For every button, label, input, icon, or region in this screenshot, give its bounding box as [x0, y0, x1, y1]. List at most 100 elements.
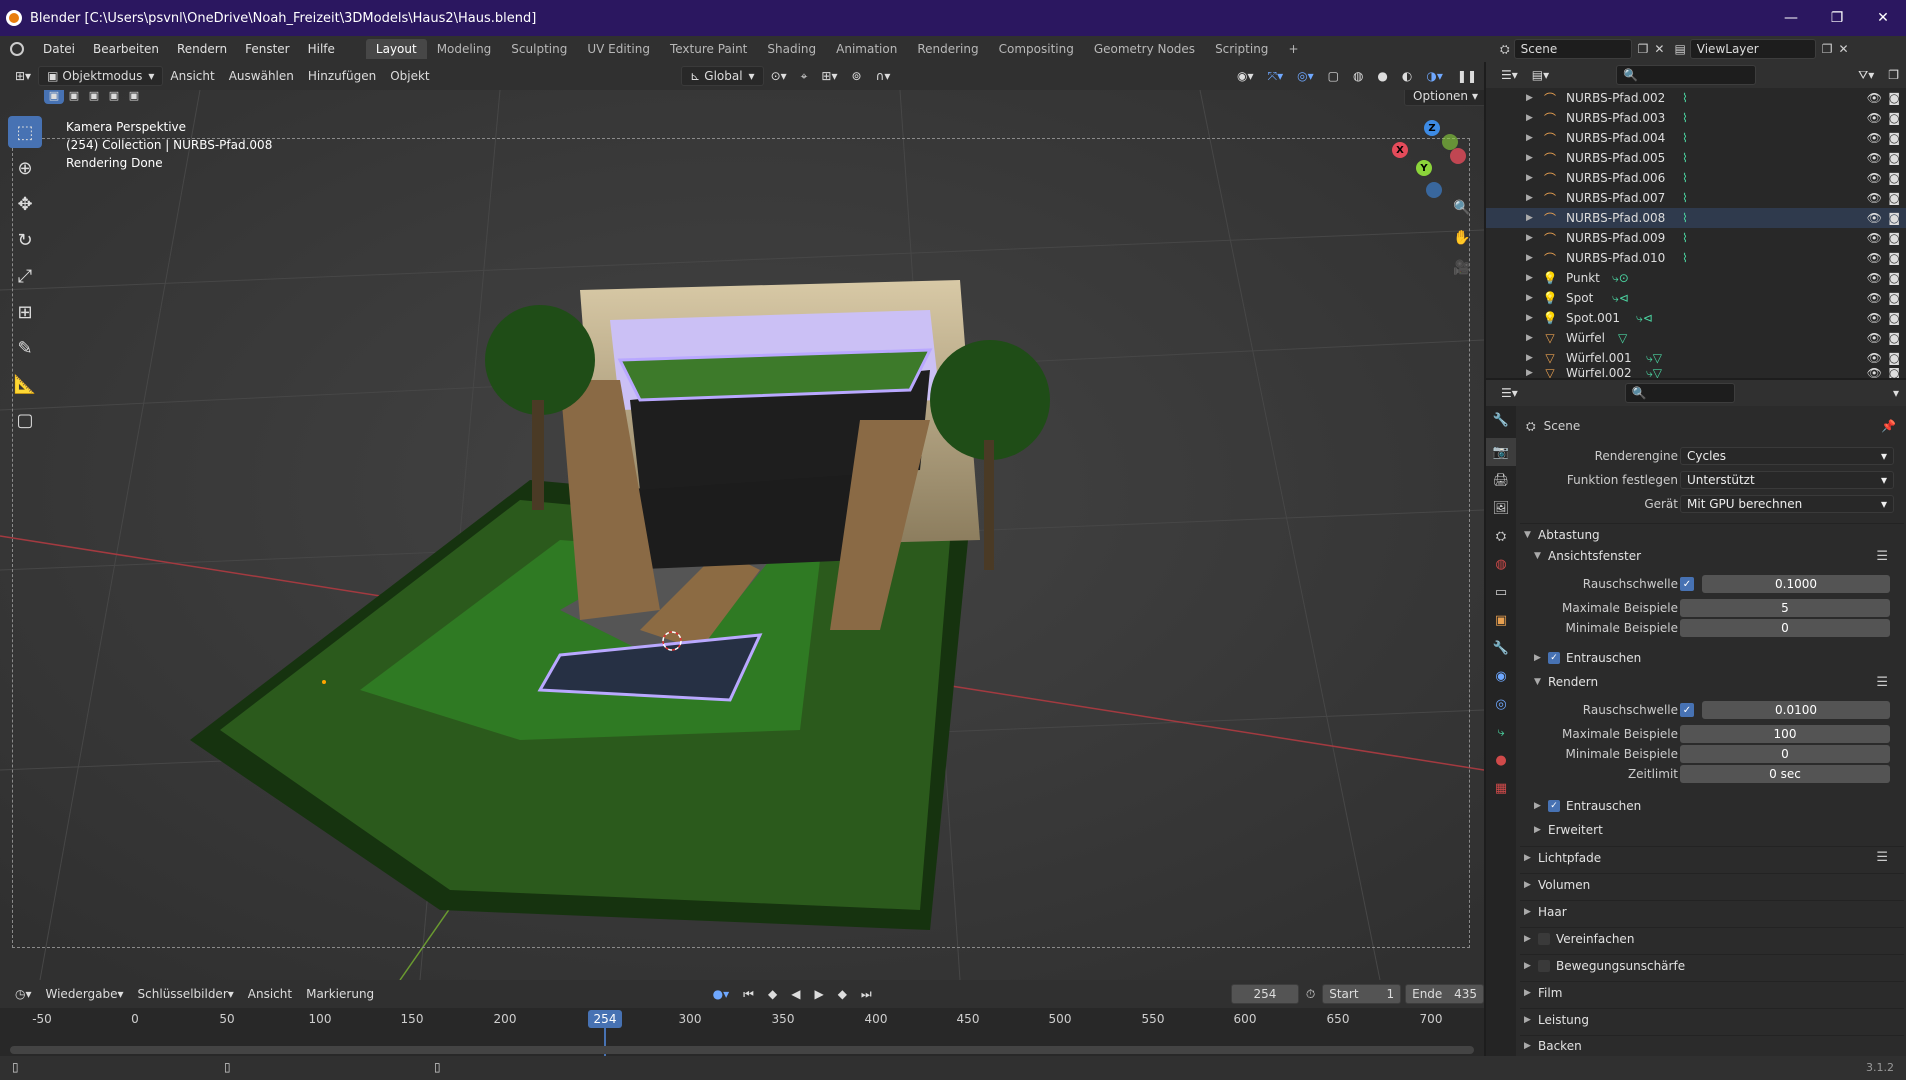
- editor-type-icon[interactable]: ⊞▾: [8, 67, 38, 85]
- visibility-eye-icon[interactable]: 👁: [1867, 351, 1882, 365]
- add-workspace-button[interactable]: +: [1278, 39, 1308, 59]
- visibility-eye-icon[interactable]: 👁: [1867, 151, 1882, 165]
- expand-arrow-icon[interactable]: ▶: [1526, 113, 1538, 123]
- outliner-item[interactable]: ▶ ⌒ NURBS-Pfad.003 ⌇ 👁 ◙: [1486, 108, 1906, 128]
- select-extend-icon[interactable]: ▣: [64, 90, 84, 104]
- menu-datei[interactable]: Datei: [34, 42, 84, 56]
- expand-arrow-icon[interactable]: ▶: [1526, 273, 1538, 283]
- properties-editor-type-icon[interactable]: ☰▾: [1494, 384, 1525, 402]
- snap-icon[interactable]: ⌖: [794, 67, 815, 86]
- modifier-tab-icon[interactable]: 🔧: [1486, 634, 1516, 662]
- menu-objekt[interactable]: Objekt: [383, 67, 436, 85]
- panel-performance[interactable]: ▶ Leistung: [1520, 1008, 1904, 1030]
- select-box-tool-icon[interactable]: ⬚: [8, 116, 42, 148]
- simplify-checkbox[interactable]: [1538, 932, 1550, 945]
- render-toggle-icon[interactable]: ◙: [1888, 311, 1900, 325]
- shading-wireframe-icon[interactable]: ◍: [1346, 67, 1370, 85]
- stopwatch-icon[interactable]: ⏱: [1299, 985, 1322, 1004]
- render-noise-threshold-field[interactable]: 0.0100: [1702, 701, 1890, 719]
- outliner-item[interactable]: ▶ ⌒ NURBS-Pfad.009 ⌇ 👁 ◙: [1486, 228, 1906, 248]
- collection-tab-icon[interactable]: ▭: [1486, 578, 1516, 606]
- gizmo-neg-z-axis[interactable]: [1426, 182, 1442, 198]
- menu-auswaehlen[interactable]: Auswählen: [222, 67, 301, 85]
- viewport-max-samples-field[interactable]: 5: [1680, 599, 1890, 617]
- visibility-eye-icon[interactable]: 👁: [1867, 171, 1882, 185]
- next-keyframe-icon[interactable]: ◆: [831, 985, 854, 1003]
- panel-sampling[interactable]: ▼ Abtastung: [1520, 523, 1904, 545]
- render-toggle-icon[interactable]: ◙: [1888, 211, 1900, 225]
- new-viewlayer-icon[interactable]: ❐: [1822, 42, 1833, 56]
- properties-search-input[interactable]: 🔍: [1624, 383, 1735, 403]
- panel-simplify[interactable]: ▶ Vereinfachen: [1520, 927, 1904, 949]
- outliner-item[interactable]: ▶ ⌒ NURBS-Pfad.005 ⌇ 👁 ◙: [1486, 148, 1906, 168]
- presets-list-icon[interactable]: ☰: [1876, 549, 1888, 564]
- close-button[interactable]: ✕: [1860, 0, 1906, 36]
- tab-scripting[interactable]: Scripting: [1205, 39, 1278, 59]
- camera-view-icon[interactable]: 🎥: [1450, 256, 1474, 280]
- shading-material-icon[interactable]: ◐: [1395, 67, 1419, 85]
- outliner-item[interactable]: ▶ ⌒ NURBS-Pfad.006 ⌇ 👁 ◙: [1486, 168, 1906, 188]
- object-tab-icon[interactable]: ▣: [1486, 606, 1516, 634]
- render-toggle-icon[interactable]: ◙: [1888, 151, 1900, 165]
- viewport-min-samples-field[interactable]: 0: [1680, 619, 1890, 637]
- visibility-eye-icon[interactable]: 👁: [1867, 331, 1882, 345]
- timeline-editor-type-icon[interactable]: ◷▾: [8, 985, 39, 1003]
- feature-set-dropdown[interactable]: Unterstützt ▾: [1680, 471, 1894, 489]
- outliner-item[interactable]: ▶ ⌒ NURBS-Pfad.010 ⌇ 👁 ◙: [1486, 248, 1906, 268]
- tab-sculpting[interactable]: Sculpting: [501, 39, 577, 59]
- rotate-tool-icon[interactable]: ↻: [8, 224, 42, 256]
- motion-blur-checkbox[interactable]: [1538, 959, 1550, 972]
- expand-arrow-icon[interactable]: ▶: [1526, 213, 1538, 223]
- display-mode-icon[interactable]: ▤▾: [1525, 66, 1556, 84]
- transform-orientation-dropdown[interactable]: ⊾ Global ▾: [681, 66, 764, 86]
- cursor-tool-icon[interactable]: ⊕: [8, 152, 42, 184]
- gizmo-neg-y-axis[interactable]: [1442, 134, 1458, 150]
- panel-motion-blur[interactable]: ▶ Bewegungsunschärfe: [1520, 954, 1904, 976]
- add-cube-tool-icon[interactable]: ▢: [8, 404, 42, 436]
- 3d-viewport[interactable]: Kamera Perspektive (254) Collection | NU…: [0, 90, 1484, 980]
- tab-geometry-nodes[interactable]: Geometry Nodes: [1084, 39, 1205, 59]
- options-dropdown[interactable]: Optionen ▾: [1404, 90, 1484, 106]
- render-toggle-icon[interactable]: ◙: [1888, 368, 1900, 378]
- auto-keying-icon[interactable]: ●▾: [706, 985, 737, 1003]
- visibility-eye-icon[interactable]: 👁: [1867, 111, 1882, 125]
- expand-arrow-icon[interactable]: ▶: [1526, 133, 1538, 143]
- visibility-eye-icon[interactable]: 👁: [1867, 251, 1882, 265]
- panel-light-paths[interactable]: ▶ Lichtpfade ☰: [1520, 846, 1904, 868]
- menu-markierung[interactable]: Markierung: [299, 985, 381, 1003]
- move-tool-icon[interactable]: ✥: [8, 188, 42, 220]
- outliner-editor-type-icon[interactable]: ☰▾: [1494, 66, 1525, 84]
- tool-tab-icon[interactable]: 🔧: [1486, 406, 1516, 434]
- expand-arrow-icon[interactable]: ▶: [1526, 293, 1538, 303]
- gizmo-toggle-icon[interactable]: ⤧▾: [1260, 67, 1290, 86]
- render-min-samples-field[interactable]: 0: [1680, 745, 1890, 763]
- current-frame-field[interactable]: 254: [1231, 984, 1299, 1004]
- remove-viewlayer-icon[interactable]: ✕: [1839, 42, 1849, 56]
- shading-rendered-icon[interactable]: ◑▾: [1419, 67, 1450, 85]
- presets-list-icon[interactable]: ☰: [1876, 675, 1888, 690]
- visibility-icon[interactable]: ◉▾: [1230, 67, 1261, 85]
- tab-uv-editing[interactable]: UV Editing: [577, 39, 660, 59]
- play-reverse-icon[interactable]: ◀: [784, 985, 807, 1003]
- subpanel-advanced[interactable]: ▶ Erweitert: [1534, 820, 1904, 840]
- viewlayer-selector[interactable]: ViewLayer: [1689, 39, 1816, 59]
- jump-end-icon[interactable]: ⏭: [854, 985, 879, 1004]
- physics-tab-icon[interactable]: ◎: [1486, 690, 1516, 718]
- outliner-item[interactable]: ▶ ⌒ NURBS-Pfad.007 ⌇ 👁 ◙: [1486, 188, 1906, 208]
- chevron-down-icon[interactable]: ▾: [1886, 384, 1906, 402]
- outliner-item[interactable]: ▶ 💡 Spot.001 ⤷⊲ 👁 ◙: [1486, 308, 1906, 328]
- overlay-toggle-icon[interactable]: ◎▾: [1290, 67, 1321, 85]
- outliner-item[interactable]: ▶ ⌒ NURBS-Pfad.002 ⌇ 👁 ◙: [1486, 88, 1906, 108]
- visibility-eye-icon[interactable]: 👁: [1867, 131, 1882, 145]
- render-toggle-icon[interactable]: ◙: [1888, 271, 1900, 285]
- render-toggle-icon[interactable]: ◙: [1888, 91, 1900, 105]
- end-frame-field[interactable]: Ende 435: [1405, 984, 1485, 1004]
- timeline-scrollbar[interactable]: [10, 1046, 1474, 1054]
- menu-ansicht[interactable]: Ansicht: [163, 67, 221, 85]
- filter-icon[interactable]: ⛛▾: [1851, 66, 1881, 85]
- particles-tab-icon[interactable]: ◉: [1486, 662, 1516, 690]
- gizmo-x-axis[interactable]: X: [1392, 142, 1408, 158]
- expand-arrow-icon[interactable]: ▶: [1526, 173, 1538, 183]
- navigation-gizmo[interactable]: Z X Y: [1390, 120, 1480, 200]
- panel-bake[interactable]: ▶ Backen: [1520, 1035, 1904, 1055]
